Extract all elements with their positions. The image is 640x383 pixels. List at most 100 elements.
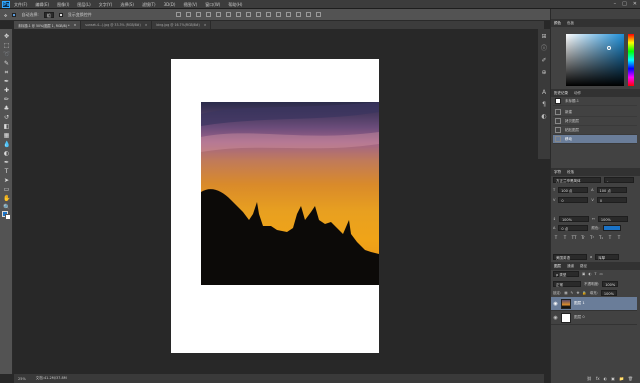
close-button[interactable]: ✕ [633, 1, 637, 7]
language-select[interactable]: 美国英语 [553, 254, 587, 260]
tab-character[interactable]: 字符 [554, 170, 561, 175]
tracking-input[interactable]: 0 [596, 197, 627, 203]
menu-edit[interactable]: 编辑(E) [35, 2, 49, 8]
faux-italic-button[interactable]: T [562, 235, 568, 241]
color-picker-cursor[interactable] [607, 46, 611, 50]
menu-layer[interactable]: 图层(L) [77, 2, 90, 8]
visibility-eye-icon[interactable]: ◉ [553, 315, 558, 321]
mask-icon[interactable]: ◐ [604, 376, 608, 383]
filter-type-icon[interactable]: T [594, 272, 596, 276]
path-select-tool-icon[interactable]: ➤ [3, 177, 10, 184]
history-brush-tool-icon[interactable]: ↺ [3, 114, 10, 121]
lock-brush-icon[interactable]: ✎ [571, 291, 574, 295]
distribute-right-icon[interactable] [286, 12, 291, 17]
brush-tool-icon[interactable]: ✏ [3, 96, 10, 103]
pen-tool-icon[interactable]: ✒ [3, 159, 10, 166]
clone-source-panel-icon[interactable]: ⊕ [540, 69, 548, 77]
shape-tool-icon[interactable]: ▭ [3, 186, 10, 193]
hand-tool-icon[interactable]: ✋ [3, 195, 10, 202]
filter-adjust-icon[interactable]: ◐ [588, 272, 591, 276]
distribute-hcenter-icon[interactable] [276, 12, 281, 17]
history-step-selected[interactable]: 移动 [553, 135, 637, 144]
align-hcenter-icon[interactable] [216, 12, 221, 17]
font-size-input[interactable]: 100 点 [558, 187, 589, 193]
align-top-icon[interactable] [176, 12, 181, 17]
color-picker-field[interactable] [566, 34, 624, 86]
eyedropper-tool-icon[interactable]: ✒ [3, 78, 10, 85]
strikethrough-button[interactable]: T [616, 235, 622, 241]
align-vcenter-icon[interactable] [186, 12, 191, 17]
menu-3d[interactable]: 3D(D) [164, 2, 176, 8]
horizontal-scale-input[interactable]: 100% [597, 216, 628, 222]
visibility-eye-icon[interactable]: ◉ [553, 301, 558, 307]
new-layer-icon[interactable]: ▣ [611, 376, 615, 383]
distribute-left-icon[interactable] [266, 12, 271, 17]
font-family-select[interactable]: 方正兰亭黑简体 [553, 177, 601, 183]
vertical-scale-input[interactable]: 100% [558, 216, 589, 222]
small-caps-button[interactable]: Tr [580, 235, 586, 241]
sunset-photo-layer[interactable] [201, 102, 379, 285]
3d-mode-icon[interactable] [296, 12, 301, 17]
filter-shape-icon[interactable]: ▭ [600, 272, 603, 276]
blend-mode-select[interactable]: 正常 [553, 281, 581, 287]
hue-slider[interactable] [628, 34, 634, 86]
stamp-tool-icon[interactable]: ♣ [3, 105, 10, 112]
marquee-tool-icon[interactable]: ⬚ [3, 42, 10, 49]
align-left-icon[interactable] [206, 12, 211, 17]
character-panel-icon[interactable]: A [540, 89, 548, 97]
tab-untitled-1[interactable]: 未标题-1 @ 50%(图层 1, RGB/8) * × [14, 21, 82, 29]
zoom-tool-icon[interactable]: 🔍 [3, 204, 10, 211]
filter-pixel-icon[interactable]: ▣ [582, 272, 585, 276]
align-right-icon[interactable] [226, 12, 231, 17]
align-bottom-icon[interactable] [196, 12, 201, 17]
history-panel-icon[interactable]: ⊞ [540, 33, 548, 41]
all-caps-button[interactable]: TT [571, 235, 577, 241]
show-transform-checkbox[interactable] [58, 13, 63, 17]
tab-history[interactable]: 历史记录 [554, 91, 568, 96]
fx-icon[interactable]: fx [596, 376, 600, 383]
menu-type[interactable]: 文字(Y) [99, 2, 113, 8]
faux-bold-button[interactable]: T [553, 235, 559, 241]
layer-kind-filter[interactable]: ρ 类型 [553, 271, 579, 277]
kerning-input[interactable]: 0 [558, 197, 589, 203]
lock-all-icon[interactable]: 🔒 [582, 291, 586, 295]
adjustments-panel-icon[interactable]: ◐ [540, 113, 548, 121]
menu-window[interactable]: 窗口(W) [205, 2, 220, 8]
tab-close-icon[interactable]: × [204, 23, 207, 27]
link-layers-icon[interactable]: ⛓ [587, 376, 592, 383]
menu-filter[interactable]: 滤镜(T) [142, 2, 156, 8]
lock-transparent-icon[interactable]: ▦ [564, 291, 567, 295]
tab-color[interactable]: 颜色 [554, 21, 561, 26]
subscript-button[interactable]: T₁ [598, 235, 604, 241]
history-step[interactable]: 粘贴图层 [553, 126, 637, 135]
underline-button[interactable]: T [607, 235, 613, 241]
layer-row-0[interactable]: ◉ 图层 0 [551, 311, 637, 325]
antialias-select[interactable]: 浑厚 [595, 254, 620, 260]
minimize-button[interactable]: – [614, 1, 617, 7]
delete-layer-icon[interactable]: 🗑 [628, 376, 633, 383]
paragraph-panel-icon[interactable]: ¶ [540, 101, 548, 109]
tab-bing[interactable]: bing.jpg @ 16.7%(RGB/8#) × [152, 21, 212, 29]
lock-move-icon[interactable]: ✥ [576, 291, 579, 295]
font-style-select[interactable]: - [604, 177, 634, 183]
new-group-icon[interactable]: 📁 [619, 376, 624, 383]
move-tool-icon[interactable]: ✥ [4, 13, 7, 18]
properties-panel-icon[interactable]: ⓘ [540, 45, 548, 53]
distribute-vcenter-icon[interactable] [246, 12, 251, 17]
history-step[interactable]: 新建 [553, 108, 637, 117]
leading-input[interactable]: 100 点 [596, 187, 627, 193]
baseline-input[interactable]: 0 点 [558, 225, 589, 231]
lasso-tool-icon[interactable]: ➰ [3, 51, 10, 58]
tab-paths[interactable]: 路径 [580, 264, 587, 269]
3d-pan-icon[interactable] [316, 12, 321, 17]
distribute-bottom-icon[interactable] [256, 12, 261, 17]
type-tool-icon[interactable]: T [3, 168, 10, 175]
brush-panel-icon[interactable]: ✐ [540, 57, 548, 65]
tab-layers[interactable]: 图层 [554, 264, 561, 269]
tab-swatches[interactable]: 色板 [567, 21, 574, 26]
tab-paragraph[interactable]: 段落 [567, 170, 574, 175]
move-tool-icon[interactable]: ✥ [3, 33, 10, 40]
distribute-top-icon[interactable] [236, 12, 241, 17]
crop-tool-icon[interactable]: ⌗ [3, 69, 10, 76]
3d-rotate-icon[interactable] [306, 12, 311, 17]
